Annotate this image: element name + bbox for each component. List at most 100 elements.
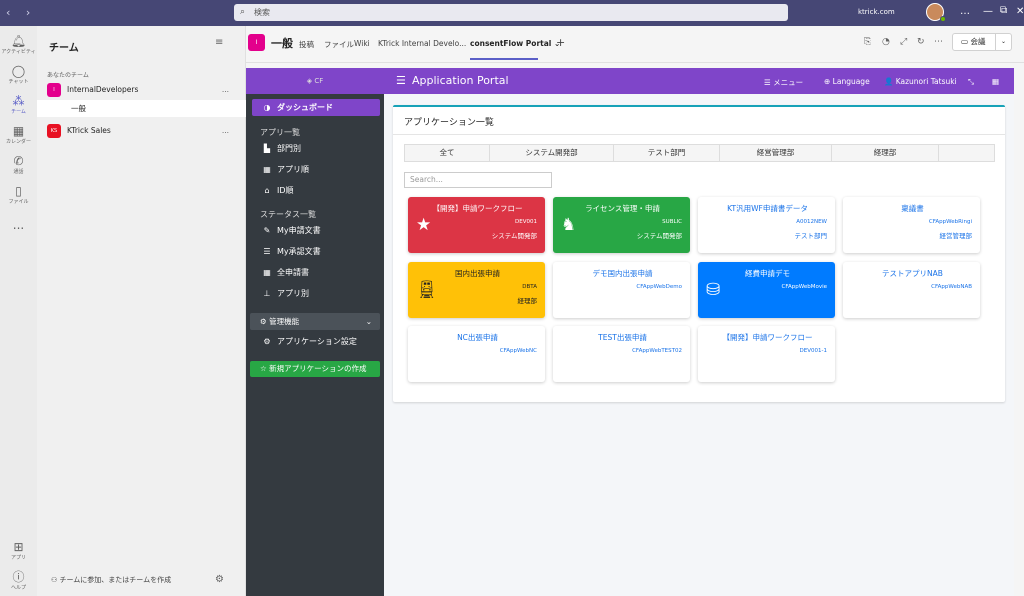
nav-my-requests[interactable]: ✎ My申請文書: [252, 222, 380, 239]
rail-activity[interactable]: 🔔︎ アクティビティ: [0, 34, 37, 55]
more-actions-icon[interactable]: ⋯: [934, 37, 943, 47]
tile-name: 国内出張申請: [455, 269, 500, 278]
search-bar[interactable]: ⌕ 検索: [234, 4, 788, 21]
nav-by-id[interactable]: ⌂ ID順: [252, 182, 380, 199]
user-button[interactable]: 👤 Kazunori Tatsuki: [884, 77, 957, 86]
join-create-team-link[interactable]: ⚇ チームに参加、またはチームを作成: [51, 575, 171, 585]
rail-help[interactable]: ⓘ ヘルプ: [0, 570, 37, 591]
search-input[interactable]: Search...: [404, 172, 552, 188]
layout-icon[interactable]: ▦: [992, 77, 999, 86]
nav-label: アプリ順: [277, 165, 309, 174]
rail-label: チーム: [11, 109, 26, 115]
app-tile[interactable]: ⛁ 経費申請デモ CFAppWebMovie: [698, 262, 835, 318]
presence-icon: [940, 16, 946, 22]
close-icon[interactable]: ✕: [1016, 6, 1024, 17]
app-tile[interactable]: 🚆︎ 国内出張申請 DBTA 経理部: [408, 262, 545, 318]
tab-files[interactable]: ファイル: [324, 39, 354, 50]
team-more-icon[interactable]: ...: [222, 123, 229, 139]
nav-by-application[interactable]: ⊥ アプリ別: [252, 285, 380, 302]
app-tile[interactable]: KT汎用WF申請書データ A0012NEW テスト部門: [698, 197, 835, 253]
nav-label: My申請文書: [277, 226, 321, 235]
rail-calendar[interactable]: ▦ カレンダー: [0, 124, 37, 145]
tenant-name: ktrick.com: [858, 8, 895, 16]
conversation-icon[interactable]: ◔: [882, 37, 890, 47]
meet-button[interactable]: ▭ 会議 ⌄: [952, 33, 1012, 51]
nav-label: My承認文書: [277, 247, 321, 256]
team-item-ktrick-sales[interactable]: KS KTrick Sales ...: [47, 123, 243, 139]
meet-now-icon[interactable]: ⎘: [864, 37, 871, 47]
teams-panel: チーム ≡ あなたのチーム I InternalDevelopers ... 一般…: [37, 26, 246, 596]
rail-chat[interactable]: ◯ チャット: [0, 64, 37, 85]
restore-icon[interactable]: ⧉: [1000, 5, 1007, 16]
tile-dept: 経営管理部: [939, 232, 973, 240]
rail-teams[interactable]: ⁂ チーム: [0, 94, 37, 115]
filter-accounting[interactable]: 経理部: [832, 145, 939, 161]
fullscreen-icon[interactable]: ⤡: [968, 77, 974, 87]
tile-name: ライセンス管理・申請: [585, 204, 660, 213]
minimize-icon[interactable]: —: [983, 6, 993, 17]
rail-more[interactable]: ...: [0, 218, 37, 232]
nav-admin[interactable]: ⚙ 管理機能 ⌄: [250, 313, 380, 330]
app-tile[interactable]: TEST出張申請 CFAppWebTEST02: [553, 326, 690, 382]
app-tile[interactable]: 稟議書 CFAppWebRingi 経営管理部: [843, 197, 980, 253]
refresh-icon[interactable]: ↻: [917, 37, 925, 47]
tab-wiki[interactable]: Wiki: [354, 39, 370, 48]
hamburger-icon[interactable]: ☰: [396, 74, 406, 87]
train-icon: 🚆︎: [416, 280, 438, 300]
app-tile[interactable]: 【開発】申請ワークフロー DEV001-1: [698, 326, 835, 382]
app-tile[interactable]: テストアプリNAB CFAppWebNAB: [843, 262, 980, 318]
tab-ktrick-internal[interactable]: KTrick Internal Develo...: [378, 39, 466, 48]
menu-button[interactable]: ☰ メニュー: [764, 77, 803, 88]
nav-by-app[interactable]: ▦ アプリ順: [252, 161, 380, 178]
app-tile[interactable]: ★ 【開発】申請ワークフロー DEV001 システム開発部: [408, 197, 545, 253]
expand-icon[interactable]: ⤢: [900, 37, 907, 47]
coins-icon: ⛁: [706, 280, 721, 300]
nav-my-approvals[interactable]: ☰ My承認文書: [252, 243, 380, 260]
back-forward-icons[interactable]: ‹ ›: [6, 6, 36, 19]
tab-consentflow-portal[interactable]: consentFlow Portal ⌄: [470, 39, 560, 48]
nav-label: アプリケーション設定: [277, 337, 357, 346]
feather-icon: ✎: [263, 226, 271, 235]
rail-calls[interactable]: ✆ 通話: [0, 154, 37, 175]
cf-main: アプリケーション一覧 全て システム開発部 テスト部門 経営管理部 経理部 Se…: [384, 94, 1014, 596]
filter-test[interactable]: テスト部門: [614, 145, 720, 161]
nav-dashboard[interactable]: ◑ ダッシュボード: [252, 99, 380, 116]
rail-label: 通話: [13, 169, 24, 175]
tile-name: テストアプリNAB: [882, 269, 943, 278]
rail-apps[interactable]: ⊞ アプリ: [0, 540, 37, 561]
join-label: チームに参加、またはチームを作成: [59, 576, 172, 584]
nav-by-department[interactable]: ▙ 部門別: [252, 140, 380, 157]
new-application-button[interactable]: ☆ 新規アプリケーションの作成: [250, 361, 380, 377]
filter-system-dev[interactable]: システム開発部: [490, 145, 614, 161]
grid-icon: ▦: [263, 268, 271, 277]
rail-files[interactable]: ▯ ファイル: [0, 184, 37, 205]
channel-item-general[interactable]: 一般: [37, 100, 246, 117]
tile-code: CFAppWebNC: [499, 348, 537, 354]
team-name: KTrick Sales: [67, 126, 111, 135]
gear-icon[interactable]: ⚙: [215, 574, 224, 585]
team-more-icon[interactable]: ...: [222, 82, 229, 98]
filter-all[interactable]: 全て: [405, 145, 490, 161]
table-icon: ▦: [263, 165, 271, 174]
app-tile[interactable]: NC出張申請 CFAppWebNC: [408, 326, 545, 382]
cf-logo[interactable]: ◈ CF: [246, 68, 384, 94]
chevron-down-icon: ⌄: [365, 317, 372, 326]
app-tile[interactable]: ♞ ライセンス管理・申請 SUBLIC システム開発部: [553, 197, 690, 253]
team-item-internaldevelopers[interactable]: I InternalDevelopers ...: [47, 82, 243, 98]
filter-icon[interactable]: ≡: [215, 37, 223, 48]
tab-posts[interactable]: 投稿: [299, 39, 314, 50]
logo-text: CF: [314, 77, 324, 85]
chevron-down-icon[interactable]: ⌄: [995, 34, 1011, 50]
language-button[interactable]: ⊕ Language: [824, 77, 870, 86]
nav-label: 管理機能: [269, 317, 300, 326]
filter-management[interactable]: 経営管理部: [720, 145, 832, 161]
nav-app-settings[interactable]: ⚙ アプリケーション設定: [252, 333, 380, 350]
nav-all-requests[interactable]: ▦ 全申請書: [252, 264, 380, 281]
search-icon: ⌕: [240, 7, 246, 17]
add-tab-button[interactable]: +: [556, 36, 565, 49]
gear-icon: ⚙: [263, 337, 271, 346]
app-tile[interactable]: デモ国内出張申請 CFAppWebDemo: [553, 262, 690, 318]
more-options-icon[interactable]: …: [960, 6, 970, 17]
active-tab-indicator: [470, 58, 538, 60]
inbox-icon: ⌂: [264, 186, 270, 195]
